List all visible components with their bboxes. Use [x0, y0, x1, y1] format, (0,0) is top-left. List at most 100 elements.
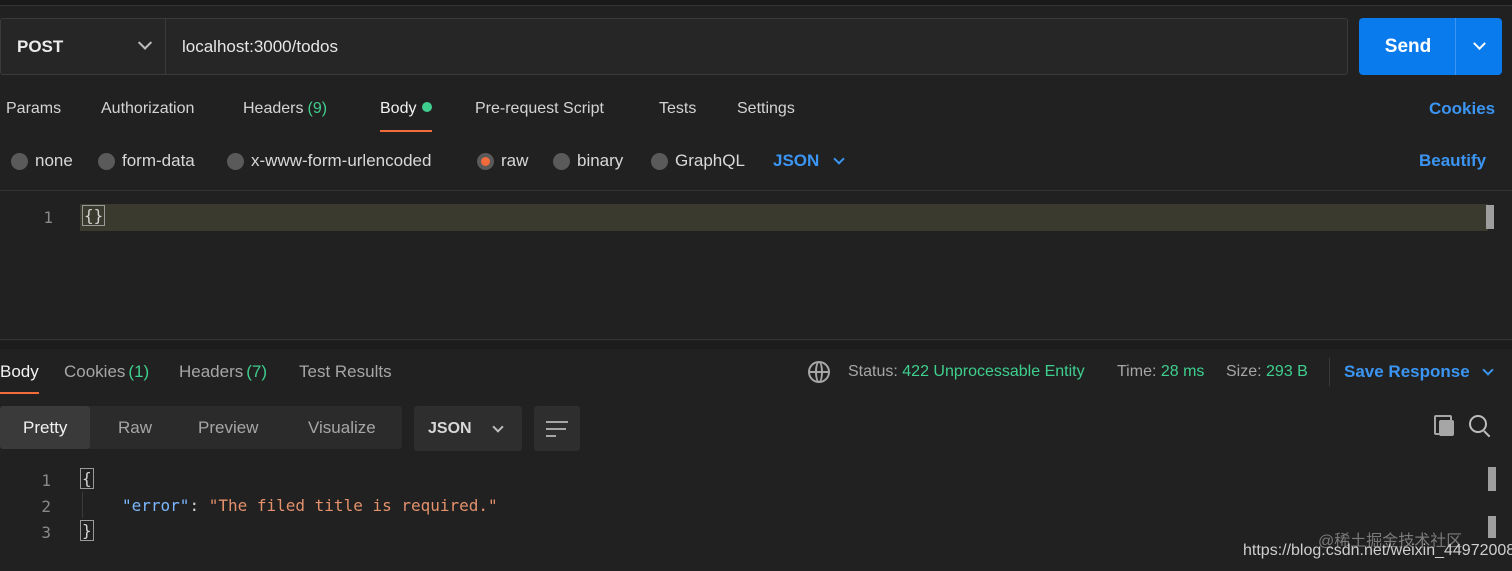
matched-brace: } — [80, 520, 94, 541]
chevron-down-icon — [137, 35, 153, 50]
line-number: 3 — [41, 523, 51, 542]
line-number: 1 — [41, 471, 51, 490]
watermark-url: https://blog.csdn.net/weixin_44972008 — [1243, 542, 1512, 559]
tab-label: Params — [6, 100, 62, 117]
json-colon: : — [189, 496, 209, 515]
tab-label: Headers — [179, 362, 244, 381]
tab-body[interactable]: Body — [380, 95, 433, 132]
indent-guide — [82, 492, 83, 518]
request-body-editor[interactable]: 1 {} — [0, 190, 1512, 340]
radio-x-www-form-urlencoded[interactable]: x-www-form-urlencoded — [227, 148, 431, 174]
copy-icon[interactable] — [1434, 415, 1456, 437]
tab-label: Authorization — [101, 100, 195, 117]
method-label: POST — [17, 36, 64, 56]
tab-label: Body — [380, 100, 417, 117]
time-info[interactable]: Time: 28 ms — [1117, 358, 1204, 386]
chevron-down-icon — [833, 153, 845, 165]
chevron-down-icon — [1482, 364, 1494, 376]
tab-count: (1) — [128, 362, 150, 381]
radio-label: raw — [501, 151, 529, 170]
radio-label: GraphQL — [675, 151, 745, 170]
wrap-icon — [546, 421, 568, 423]
method-select[interactable]: POST — [1, 19, 166, 74]
code-line: "error": "The filed title is required." — [122, 496, 498, 515]
radio-circle-icon — [227, 152, 244, 170]
tab-settings[interactable]: Settings — [737, 95, 795, 123]
tab-tests[interactable]: Tests — [659, 95, 696, 123]
radio-label: x-www-form-urlencoded — [251, 151, 432, 170]
url-input[interactable]: localhost:3000/todos — [166, 19, 1347, 74]
radio-none[interactable]: none — [11, 148, 73, 174]
cookies-link[interactable]: Cookies — [1429, 95, 1495, 123]
chevron-down-icon — [1472, 37, 1486, 51]
radio-form-data[interactable]: form-data — [98, 148, 195, 174]
json-value: "The filed title is required." — [208, 496, 498, 515]
matched-brace: { — [80, 468, 94, 489]
time-label: Time: — [1117, 363, 1157, 380]
save-response-label: Save Response — [1344, 362, 1470, 381]
tab-label: Cookies — [64, 362, 126, 381]
tab-label: Settings — [737, 100, 795, 117]
tab-count: (9) — [307, 100, 328, 117]
line-number: 1 — [43, 208, 53, 227]
view-mode-label: Raw — [118, 417, 153, 437]
wrap-icon — [546, 428, 566, 430]
search-icon[interactable] — [1469, 415, 1493, 439]
view-mode-selector: Pretty Raw Preview Visualize — [0, 406, 402, 449]
status-info[interactable]: Status: 422 Unprocessable Entity — [848, 358, 1085, 386]
view-mode-raw[interactable]: Raw — [118, 406, 152, 449]
beautify-link[interactable]: Beautify — [1419, 148, 1486, 174]
radio-circle-icon — [553, 152, 570, 170]
tab-authorization[interactable]: Authorization — [101, 95, 194, 123]
json-key: "error" — [122, 496, 190, 515]
send-dropdown-button[interactable] — [1455, 18, 1502, 75]
tab-label: Headers — [243, 100, 304, 117]
response-scrollbar[interactable] — [1488, 467, 1496, 491]
view-mode-label: Preview — [198, 417, 259, 437]
tab-label: Tests — [659, 100, 697, 117]
response-tab-body[interactable]: Body — [0, 358, 39, 394]
radio-label: none — [35, 151, 73, 170]
size-info[interactable]: Size: 293 B — [1226, 358, 1308, 386]
raw-language-select[interactable]: JSON — [773, 148, 845, 174]
pane-divider[interactable] — [0, 341, 1512, 349]
radio-graphql[interactable]: GraphQL — [651, 148, 745, 174]
size-value: 293 B — [1266, 363, 1308, 380]
code-line: } — [80, 520, 94, 541]
response-tab-headers[interactable]: Headers (7) — [179, 358, 267, 386]
size-label: Size: — [1226, 363, 1262, 380]
tab-label: Body — [0, 362, 39, 381]
response-format-select[interactable]: JSON — [414, 406, 522, 451]
radio-raw[interactable]: raw — [477, 148, 528, 174]
modified-dot-icon — [422, 102, 433, 112]
tab-headers[interactable]: Headers (9) — [243, 95, 327, 123]
response-scrollbar-marker — [1488, 516, 1496, 538]
tab-label: Test Results — [299, 362, 392, 381]
code-line: {} — [82, 205, 106, 226]
line-number: 2 — [41, 497, 51, 516]
tab-label: Pre-request Script — [475, 100, 604, 117]
editor-scrollbar[interactable] — [1486, 205, 1494, 229]
tab-pre-request-script[interactable]: Pre-request Script — [475, 95, 604, 123]
radio-binary[interactable]: binary — [553, 148, 623, 174]
chevron-down-icon — [491, 420, 504, 433]
tab-params[interactable]: Params — [6, 95, 61, 123]
response-tab-test-results[interactable]: Test Results — [299, 358, 392, 386]
status-label: Status: — [848, 363, 898, 380]
wrap-lines-button[interactable] — [534, 406, 580, 451]
matched-brace: {} — [82, 205, 106, 226]
view-mode-pretty[interactable]: Pretty — [0, 406, 91, 449]
wrap-icon — [546, 435, 556, 437]
request-bar: POST localhost:3000/todos — [0, 18, 1348, 75]
code-line: { — [80, 468, 94, 489]
view-mode-visualize[interactable]: Visualize — [308, 406, 376, 449]
send-button[interactable]: Send — [1359, 18, 1502, 75]
save-response-button[interactable]: Save Response — [1344, 358, 1494, 386]
response-format-label: JSON — [428, 419, 472, 437]
view-mode-preview[interactable]: Preview — [198, 406, 258, 449]
radio-label: form-data — [122, 151, 195, 170]
view-mode-label: Visualize — [308, 417, 376, 437]
radio-circle-icon — [98, 152, 115, 170]
globe-icon[interactable] — [808, 361, 830, 383]
response-tab-cookies[interactable]: Cookies (1) — [64, 358, 149, 386]
